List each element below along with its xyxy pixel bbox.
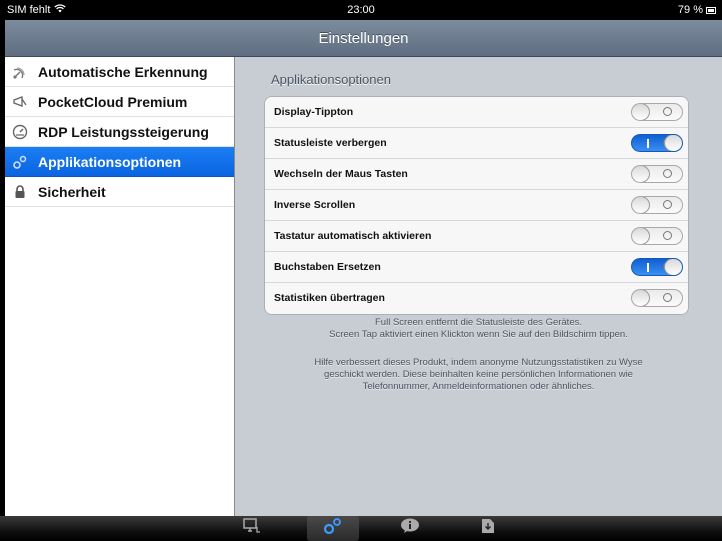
- option-row-inverse-scrollen: Inverse Scrollen: [265, 190, 688, 221]
- settings-panel: Applikationsoptionen Display-Tippton Sta…: [235, 57, 722, 516]
- option-label: Statistiken übertragen: [274, 292, 385, 304]
- sidebar-item-applikationsoptionen[interactable]: Applikationsoptionen: [5, 147, 234, 177]
- option-row-statistiken-uebertragen: Statistiken übertragen: [265, 283, 688, 314]
- inverse-scrollen-toggle[interactable]: [631, 196, 683, 214]
- section-title: Applikationsoptionen: [271, 72, 391, 87]
- option-label: Display-Tippton: [274, 106, 354, 118]
- option-label: Inverse Scrollen: [274, 199, 356, 211]
- page-title: Einstellungen: [318, 30, 409, 47]
- footnote-line: Screen Tap aktiviert einen Klickton wenn…: [329, 329, 628, 340]
- wechseln-maus-tasten-toggle[interactable]: [631, 165, 683, 183]
- megaphone-icon: [12, 94, 28, 110]
- buchstaben-ersetzen-toggle[interactable]: [631, 258, 683, 276]
- option-label: Statusleiste verbergen: [274, 137, 387, 149]
- sidebar-item-label: Applikationsoptionen: [38, 153, 182, 170]
- radar-icon: [12, 64, 28, 80]
- footnote-line: Full Screen entfernt die Statusleiste de…: [375, 317, 582, 328]
- battery-icon: [706, 6, 716, 14]
- option-row-tastatur-automatisch: Tastatur automatisch aktivieren: [265, 221, 688, 252]
- speedometer-icon: [12, 124, 28, 140]
- sidebar-item-rdp-leistungssteigerung[interactable]: RDP Leistungssteigerung: [5, 117, 234, 147]
- sidebar-item-automatische-erkennung[interactable]: Automatische Erkennung: [5, 57, 234, 87]
- option-label: Buchstaben Ersetzen: [274, 261, 381, 273]
- option-row-wechseln-maus-tasten: Wechseln der Maus Tasten: [265, 159, 688, 190]
- lock-icon: [12, 184, 28, 200]
- sidebar: Automatische Erkennung PocketCloud Premi…: [5, 57, 235, 516]
- footnote-line: Telefonnummer, Anmeldeinformationen oder…: [362, 381, 595, 392]
- sidebar-item-label: Automatische Erkennung: [38, 63, 208, 80]
- footnote-statistics: Hilfe verbessert dieses Produkt, indem a…: [235, 357, 722, 393]
- info-icon: [399, 518, 421, 539]
- download-icon: [481, 518, 495, 539]
- status-right: 79 %: [678, 4, 716, 16]
- footnote-fullscreen: Full Screen entfernt die Statusleiste de…: [235, 317, 722, 341]
- display-tippton-toggle[interactable]: [631, 103, 683, 121]
- tab-downloads[interactable]: [462, 516, 514, 541]
- sidebar-item-label: RDP Leistungssteigerung: [38, 123, 209, 140]
- tab-bar: [0, 516, 722, 541]
- desktop-icon: [243, 518, 261, 539]
- option-row-display-tippton: Display-Tippton: [265, 97, 688, 128]
- option-row-buchstaben-ersetzen: Buchstaben Ersetzen: [265, 252, 688, 283]
- statistiken-uebertragen-toggle[interactable]: [631, 289, 683, 307]
- option-label: Wechseln der Maus Tasten: [274, 168, 408, 180]
- footnote-line: geschickt werden. Diese beinhalten keine…: [324, 369, 633, 380]
- gears-icon: [12, 154, 28, 170]
- option-row-statusleiste-verbergen: Statusleiste verbergen: [265, 128, 688, 159]
- sidebar-item-label: Sicherheit: [38, 183, 106, 200]
- tab-connections[interactable]: [226, 516, 278, 541]
- footnote-line: Hilfe verbessert dieses Produkt, indem a…: [314, 357, 643, 368]
- gears-icon: [323, 517, 343, 540]
- status-time: 23:00: [347, 4, 375, 16]
- tastatur-automatisch-toggle[interactable]: [631, 227, 683, 245]
- navigation-bar: Einstellungen: [5, 20, 722, 57]
- options-group: Display-Tippton Statusleiste verbergen W…: [264, 96, 689, 315]
- status-bar: SIM fehlt 23:00 79 %: [0, 0, 722, 20]
- tab-settings[interactable]: [307, 516, 359, 541]
- sidebar-item-pocketcloud-premium[interactable]: PocketCloud Premium: [5, 87, 234, 117]
- tab-info[interactable]: [384, 516, 436, 541]
- battery-label: 79 %: [677, 4, 703, 16]
- sidebar-item-sicherheit[interactable]: Sicherheit: [5, 177, 234, 207]
- sidebar-item-label: PocketCloud Premium: [38, 93, 188, 110]
- option-label: Tastatur automatisch aktivieren: [274, 230, 432, 242]
- app-window: SIM fehlt 23:00 79 % Einstellungen Autom…: [0, 0, 722, 541]
- statusleiste-verbergen-toggle[interactable]: [631, 134, 683, 152]
